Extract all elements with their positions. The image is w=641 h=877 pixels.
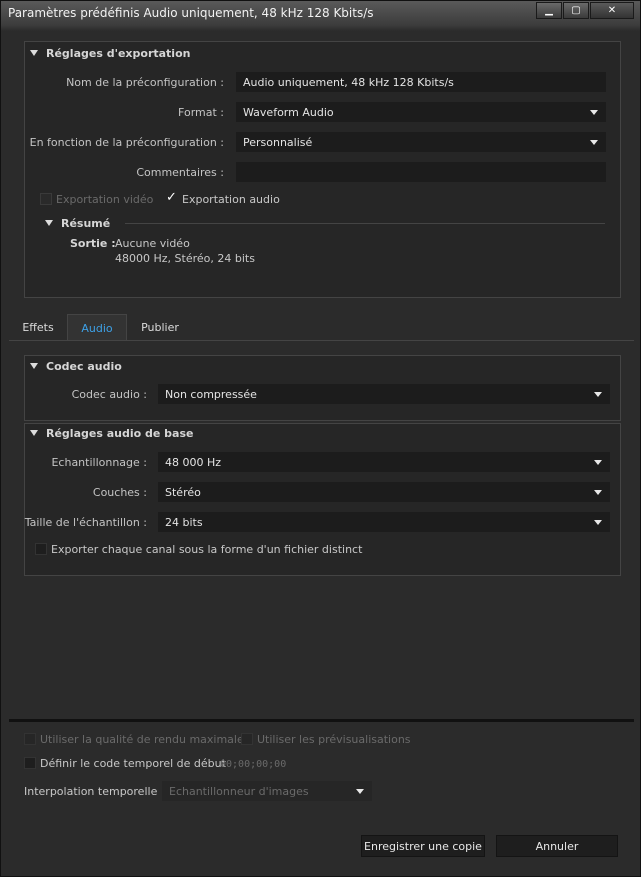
audio-codec-header[interactable]: Codec audio — [30, 360, 122, 373]
basic-audio-header[interactable]: Réglages audio de base — [30, 427, 193, 440]
basic-audio-title: Réglages audio de base — [46, 427, 194, 440]
collapse-triangle-icon[interactable] — [45, 220, 53, 226]
settings-tabs: Effets Audio Publier — [9, 314, 634, 341]
output-line-1: Aucune vidéo — [115, 237, 190, 250]
checkmark-icon: ✓ — [166, 190, 177, 205]
close-icon[interactable]: ✕ — [590, 2, 634, 19]
separate-files-label: Exporter chaque canal sous la forme d'un… — [51, 543, 363, 556]
based-on-preset-dropdown[interactable]: Personnalisé — [236, 132, 606, 152]
title-bar[interactable]: Paramètres prédéfinis Audio uniquement, … — [1, 1, 640, 27]
time-interpolation-label: Interpolation temporelle : — [24, 785, 165, 798]
format-dropdown[interactable]: Waveform Audio — [236, 102, 606, 122]
sample-rate-dropdown[interactable]: 48 000 Hz — [158, 452, 610, 472]
collapse-triangle-icon[interactable] — [30, 50, 38, 56]
audio-codec-dropdown[interactable]: Non compressée — [158, 384, 610, 404]
collapse-triangle-icon[interactable] — [30, 363, 38, 369]
maximize-icon[interactable]: ▢ — [563, 2, 589, 19]
max-render-quality-label: Utiliser la qualité de rendu maximale — [40, 733, 244, 746]
dialog-body: Réglages d'exportation Nom de la préconf… — [9, 31, 634, 873]
collapse-triangle-icon[interactable] — [30, 430, 38, 436]
start-timecode-value[interactable]: 00;00;00;00 — [220, 759, 286, 770]
save-copy-button[interactable]: Enregistrer une copie — [361, 835, 485, 857]
preset-name-label: Nom de la préconfiguration : — [66, 76, 224, 89]
sample-rate-label: Echantillonnage : — [51, 456, 147, 469]
sample-size-label: Taille de l'échantillon : — [24, 516, 147, 529]
output-key: Sortie : — [70, 237, 116, 250]
audio-codec-label: Codec audio : — [71, 388, 147, 401]
tab-effects[interactable]: Effets — [9, 314, 67, 340]
comments-label: Commentaires : — [136, 166, 224, 179]
basic-audio-panel: Réglages audio de base Echantillonnage :… — [24, 423, 621, 576]
start-timecode-checkbox[interactable] — [24, 757, 36, 769]
cancel-button[interactable]: Annuler — [496, 835, 618, 857]
separate-files-checkbox[interactable] — [35, 543, 47, 555]
export-audio-checkbox[interactable]: ✓ — [166, 190, 178, 205]
max-render-quality-checkbox[interactable] — [24, 733, 36, 745]
section-divider — [9, 719, 634, 722]
summary-header[interactable]: Résumé — [45, 217, 110, 230]
sample-size-dropdown[interactable]: 24 bits — [158, 512, 610, 532]
export-video-checkbox[interactable] — [40, 193, 52, 205]
use-previews-checkbox[interactable] — [241, 733, 253, 745]
audio-codec-title: Codec audio — [46, 360, 122, 373]
start-timecode-label: Définir le code temporel de début — [40, 757, 226, 770]
window-title: Paramètres prédéfinis Audio uniquement, … — [8, 6, 374, 20]
comments-field[interactable] — [236, 162, 606, 182]
tab-publish[interactable]: Publier — [127, 314, 193, 340]
channels-dropdown[interactable]: Stéréo — [158, 482, 610, 502]
export-video-label: Exportation vidéo — [56, 193, 154, 206]
export-settings-panel: Réglages d'exportation Nom de la préconf… — [24, 41, 621, 298]
output-line-2: 48000 Hz, Stéréo, 24 bits — [115, 252, 255, 265]
summary-divider — [125, 223, 605, 224]
preset-settings-window: Paramètres prédéfinis Audio uniquement, … — [0, 0, 641, 877]
minimize-icon[interactable]: ▁ — [536, 2, 562, 19]
time-interpolation-dropdown[interactable]: Echantillonneur d'images — [162, 781, 372, 801]
use-previews-label: Utiliser les prévisualisations — [257, 733, 411, 746]
audio-codec-panel: Codec audio Codec audio : Non compressée — [24, 355, 621, 421]
based-on-preset-label: En fonction de la préconfiguration : — [29, 136, 224, 149]
export-audio-label: Exportation audio — [182, 193, 280, 206]
export-settings-header[interactable]: Réglages d'exportation — [30, 47, 190, 60]
export-settings-title: Réglages d'exportation — [46, 47, 191, 60]
tab-audio[interactable]: Audio — [67, 314, 127, 340]
summary-title: Résumé — [61, 217, 111, 230]
preset-name-field[interactable]: Audio uniquement, 48 kHz 128 Kbits/s — [236, 72, 606, 92]
channels-label: Couches : — [92, 486, 147, 499]
format-label: Format : — [178, 106, 224, 119]
